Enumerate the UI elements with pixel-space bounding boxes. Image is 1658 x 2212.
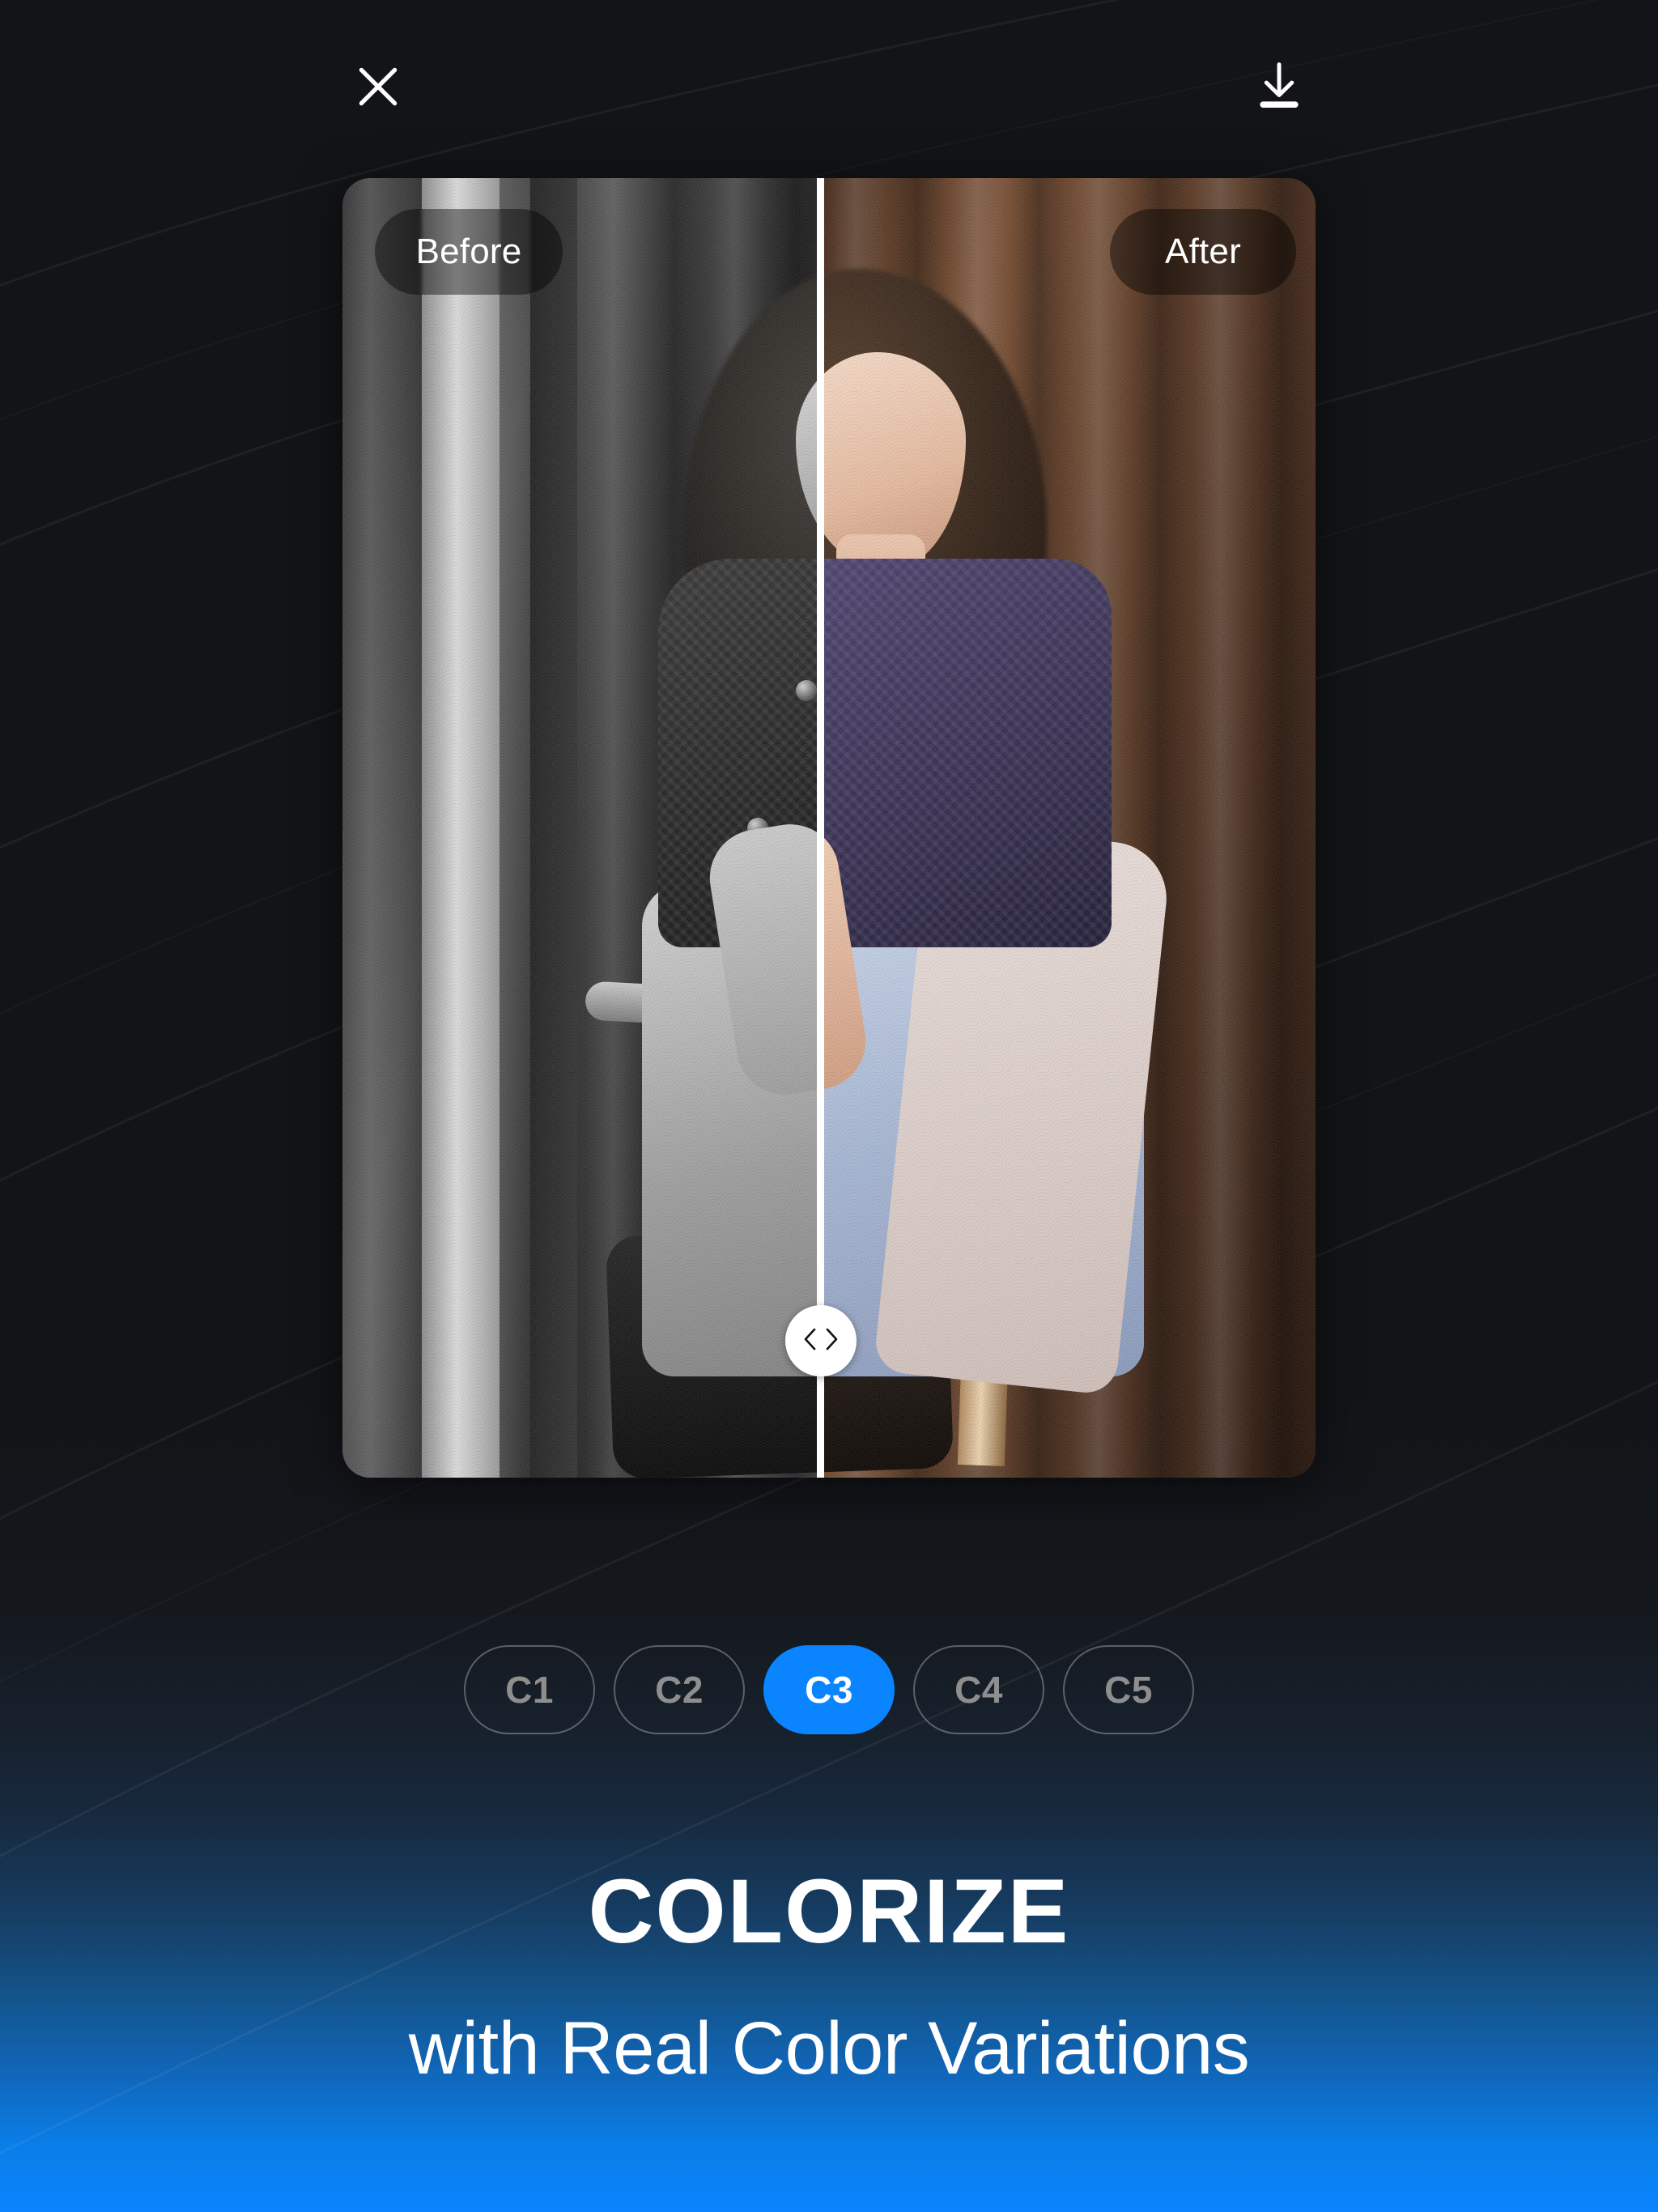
variation-chip-c4[interactable]: C4 <box>913 1645 1044 1734</box>
subject-figure <box>342 178 820 1478</box>
chip-label: C3 <box>805 1669 853 1711</box>
compare-divider-line <box>817 178 824 1478</box>
before-label-pill: Before <box>375 209 563 295</box>
after-image-panel <box>820 178 1316 1478</box>
variation-chip-c3[interactable]: C3 <box>763 1645 895 1734</box>
before-label: Before <box>415 232 522 271</box>
chip-label: C2 <box>655 1669 704 1711</box>
after-photo <box>820 178 1316 1478</box>
left-right-chevrons-icon <box>800 1325 842 1357</box>
app-screen: Before After C1 C2 C3 C4 C5 COLORIZE wit… <box>0 0 1658 2212</box>
variation-chip-c5[interactable]: C5 <box>1063 1645 1194 1734</box>
after-label: After <box>1165 232 1241 271</box>
color-variation-chip-list: C1 C2 C3 C4 C5 <box>0 1645 1658 1734</box>
subject-figure <box>820 178 1316 1478</box>
headline: COLORIZE <box>588 1861 1070 1962</box>
variation-chip-c2[interactable]: C2 <box>614 1645 745 1734</box>
chip-label: C1 <box>505 1669 554 1711</box>
subheadline: with Real Color Variations <box>408 2007 1250 2090</box>
before-after-compare-card[interactable] <box>342 178 1316 1478</box>
close-icon <box>351 60 405 113</box>
chip-label: C5 <box>1104 1669 1153 1711</box>
before-photo <box>342 178 820 1478</box>
close-button[interactable] <box>334 42 423 131</box>
tweed-jacket <box>820 559 1112 947</box>
chip-label: C4 <box>954 1669 1003 1711</box>
download-button[interactable] <box>1235 42 1324 131</box>
download-icon <box>1251 58 1307 115</box>
after-label-pill: After <box>1110 209 1296 295</box>
before-image-panel <box>342 178 820 1478</box>
top-toolbar <box>0 0 1658 178</box>
jacket-button <box>796 680 817 701</box>
compare-slider-handle[interactable] <box>785 1305 857 1376</box>
variation-chip-c1[interactable]: C1 <box>464 1645 595 1734</box>
